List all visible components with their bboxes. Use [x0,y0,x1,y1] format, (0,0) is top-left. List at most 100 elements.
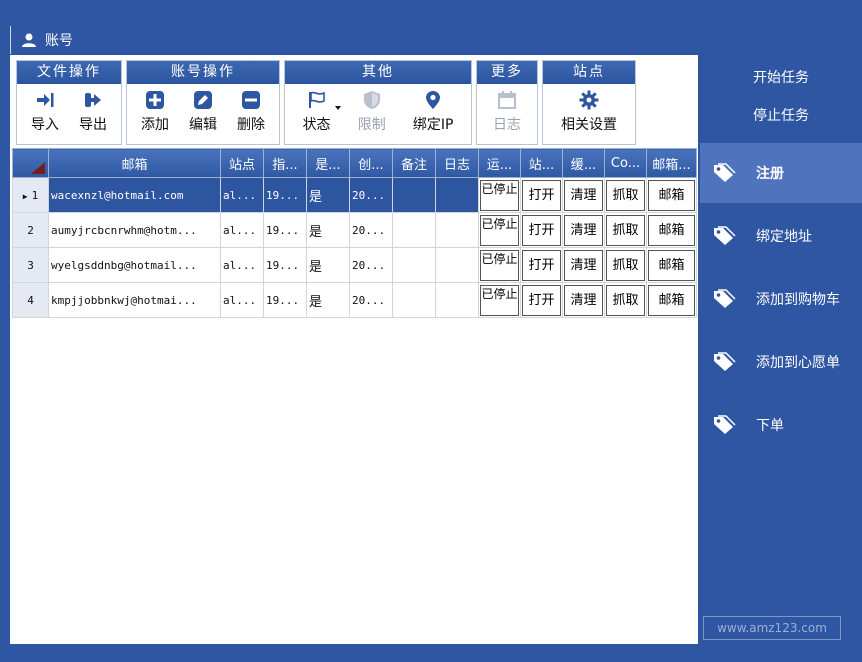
location-pin-icon [426,91,441,109]
column-header-site-open[interactable]: 站... [520,148,563,178]
nav-bind-address[interactable]: 绑定地址 [700,206,862,266]
status-dropdown-button[interactable]: 状态 [303,90,341,134]
status-toggle-button[interactable]: 已停止 [480,284,519,316]
cell-email[interactable]: wyelgsddnbg@hotmail... [48,247,221,283]
add-button[interactable]: 添加 [141,90,169,134]
nav-register[interactable]: 注册 [700,143,862,203]
cell-email[interactable]: wacexnzl@hotmail.com [48,177,221,213]
open-mailbox-button[interactable]: 邮箱 [648,284,695,316]
cell-open: 打开 [520,177,563,213]
clear-cache-button[interactable]: 清理 [564,214,603,246]
cell-email[interactable]: kmpjjobbnkwj@hotmai... [48,282,221,318]
cell-note[interactable] [392,247,436,283]
cell-flag[interactable]: 是 [306,212,350,248]
bind-ip-button[interactable]: 绑定IP [413,90,453,134]
cell-log[interactable] [435,212,479,248]
select-all-corner[interactable] [12,148,49,178]
cell-flag[interactable]: 是 [306,282,350,318]
clear-cache-button[interactable]: 清理 [564,179,603,211]
column-header-ip[interactable]: 指... [263,148,307,178]
nav-label: 添加到购物车 [756,292,840,308]
open-mailbox-button[interactable]: 邮箱 [648,179,695,211]
cell-log[interactable] [435,247,479,283]
cell-site[interactable]: al... [220,282,264,318]
cell-note[interactable] [392,282,436,318]
ribbon-toolbar: 文件操作 导入 导出 账号操作 添加 编辑 删除 其他 状态 限制 绑定IP 更… [16,60,636,146]
open-mailbox-button[interactable]: 邮箱 [648,214,695,246]
column-header-mailbox[interactable]: 邮箱... [646,148,697,178]
row-number[interactable]: ▶ 1 [12,177,49,213]
cell-site[interactable]: al... [220,177,264,213]
clear-cache-button[interactable]: 清理 [564,249,603,281]
cell-flag[interactable]: 是 [306,177,350,213]
clear-cache-button[interactable]: 清理 [564,284,603,316]
ribbon-group-more: 更多 日志 [476,60,538,145]
table-row[interactable]: 3 wyelgsddnbg@hotmail... al... 19... 是 20... 已… [12,247,697,283]
column-header-note[interactable]: 备注 [392,148,436,178]
table-row[interactable]: 2 aumyjrcbcnrwhm@hotm... al... 19... 是 20... 已… [12,212,697,248]
open-site-button[interactable]: 打开 [522,179,561,211]
column-header-cache[interactable]: 缓... [562,148,605,178]
fetch-cookie-button[interactable]: 抓取 [606,249,645,281]
open-site-button[interactable]: 打开 [522,284,561,316]
column-header-email[interactable]: 邮箱 [48,148,221,178]
column-header-running[interactable]: 运... [478,148,521,178]
status-toggle-button[interactable]: 已停止 [480,249,519,281]
status-toggle-button[interactable]: 已停止 [480,214,519,246]
cell-site[interactable]: al... [220,247,264,283]
fetch-cookie-button[interactable]: 抓取 [606,179,645,211]
cell-log[interactable] [435,282,479,318]
column-header-created[interactable]: 创... [349,148,393,178]
column-header-site[interactable]: 站点 [220,148,264,178]
cell-ip[interactable]: 19... [263,177,307,213]
log-button[interactable]: 日志 [493,90,521,134]
open-site-button[interactable]: 打开 [522,249,561,281]
column-header-flag[interactable]: 是... [306,148,350,178]
cell-created[interactable]: 20... [349,177,393,213]
status-toggle-button[interactable]: 已停止 [480,179,519,211]
cell-site[interactable]: al... [220,212,264,248]
cell-open: 打开 [520,212,563,248]
cell-log[interactable] [435,177,479,213]
table-row[interactable]: 4 kmpjjobbnkwj@hotmai... al... 19... 是 20... 已… [12,282,697,318]
open-mailbox-button[interactable]: 邮箱 [648,249,695,281]
nav-add-to-cart[interactable]: 添加到购物车 [700,269,862,329]
open-site-button[interactable]: 打开 [522,214,561,246]
cell-note[interactable] [392,212,436,248]
nav-label: 添加到心愿单 [756,355,840,371]
row-number[interactable]: 2 [12,212,49,248]
column-header-cookie[interactable]: Co... [604,148,647,178]
user-icon [22,33,36,47]
import-button[interactable]: 导入 [31,90,59,134]
row-number[interactable]: 4 [12,282,49,318]
cell-note[interactable] [392,177,436,213]
cell-mail: 邮箱 [646,247,697,283]
nav-place-order[interactable]: 下单 [700,395,862,455]
fetch-cookie-button[interactable]: 抓取 [606,284,645,316]
cell-flag[interactable]: 是 [306,247,350,283]
column-header-log[interactable]: 日志 [435,148,479,178]
tag-icon [714,226,736,245]
edit-button[interactable]: 编辑 [189,90,217,134]
cell-ip[interactable]: 19... [263,212,307,248]
delete-button[interactable]: 删除 [237,90,265,134]
nav-add-to-wishlist[interactable]: 添加到心愿单 [700,332,862,392]
limit-button[interactable]: 限制 [358,90,386,134]
stop-task-button[interactable]: 停止任务 [700,105,862,125]
cell-email[interactable]: aumyjrcbcnrwhm@hotm... [48,212,221,248]
cell-ip[interactable]: 19... [263,247,307,283]
cell-created[interactable]: 20... [349,282,393,318]
table-row[interactable]: ▶ 1 wacexnzl@hotmail.com al... 19... 是 20... 已停… [12,177,697,213]
row-number[interactable]: 3 [12,247,49,283]
cell-fetch: 抓取 [604,247,647,283]
cell-ip[interactable]: 19... [263,282,307,318]
cell-status: 已停止 [478,212,521,248]
status-bar [0,644,862,662]
cell-created[interactable]: 20... [349,247,393,283]
cell-created[interactable]: 20... [349,212,393,248]
fetch-cookie-button[interactable]: 抓取 [606,214,645,246]
start-task-button[interactable]: 开始任务 [700,67,862,87]
export-button[interactable]: 导出 [79,90,107,134]
chevron-down-icon [334,106,341,110]
related-settings-button[interactable]: 相关设置 [561,90,617,134]
